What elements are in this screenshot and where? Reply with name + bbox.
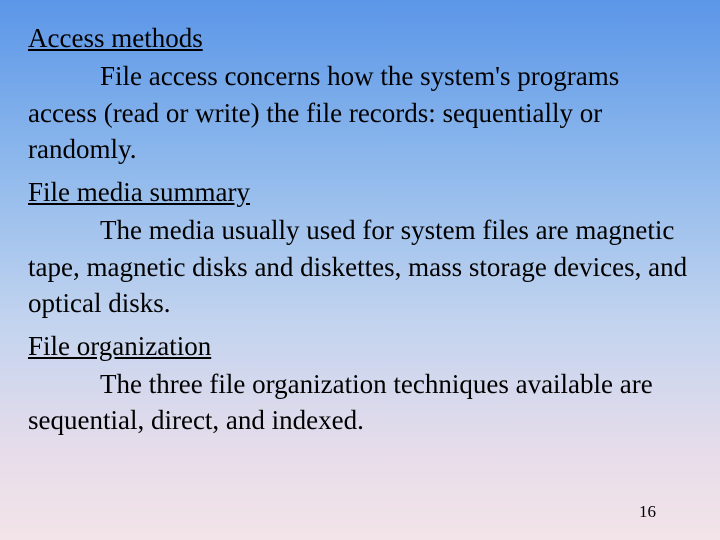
section-body-2: The media usually used for system files …	[28, 212, 692, 321]
section-heading-1: Access methods	[28, 20, 692, 56]
slide: Access methods File access concerns how …	[0, 0, 720, 540]
section-body-1: File access concerns how the system's pr…	[28, 58, 692, 167]
page-number: 16	[639, 502, 656, 522]
section-heading-3: File organization	[28, 328, 692, 364]
section-body-3: The three file organization techniques a…	[28, 366, 692, 439]
section-heading-2: File media summary	[28, 174, 692, 210]
